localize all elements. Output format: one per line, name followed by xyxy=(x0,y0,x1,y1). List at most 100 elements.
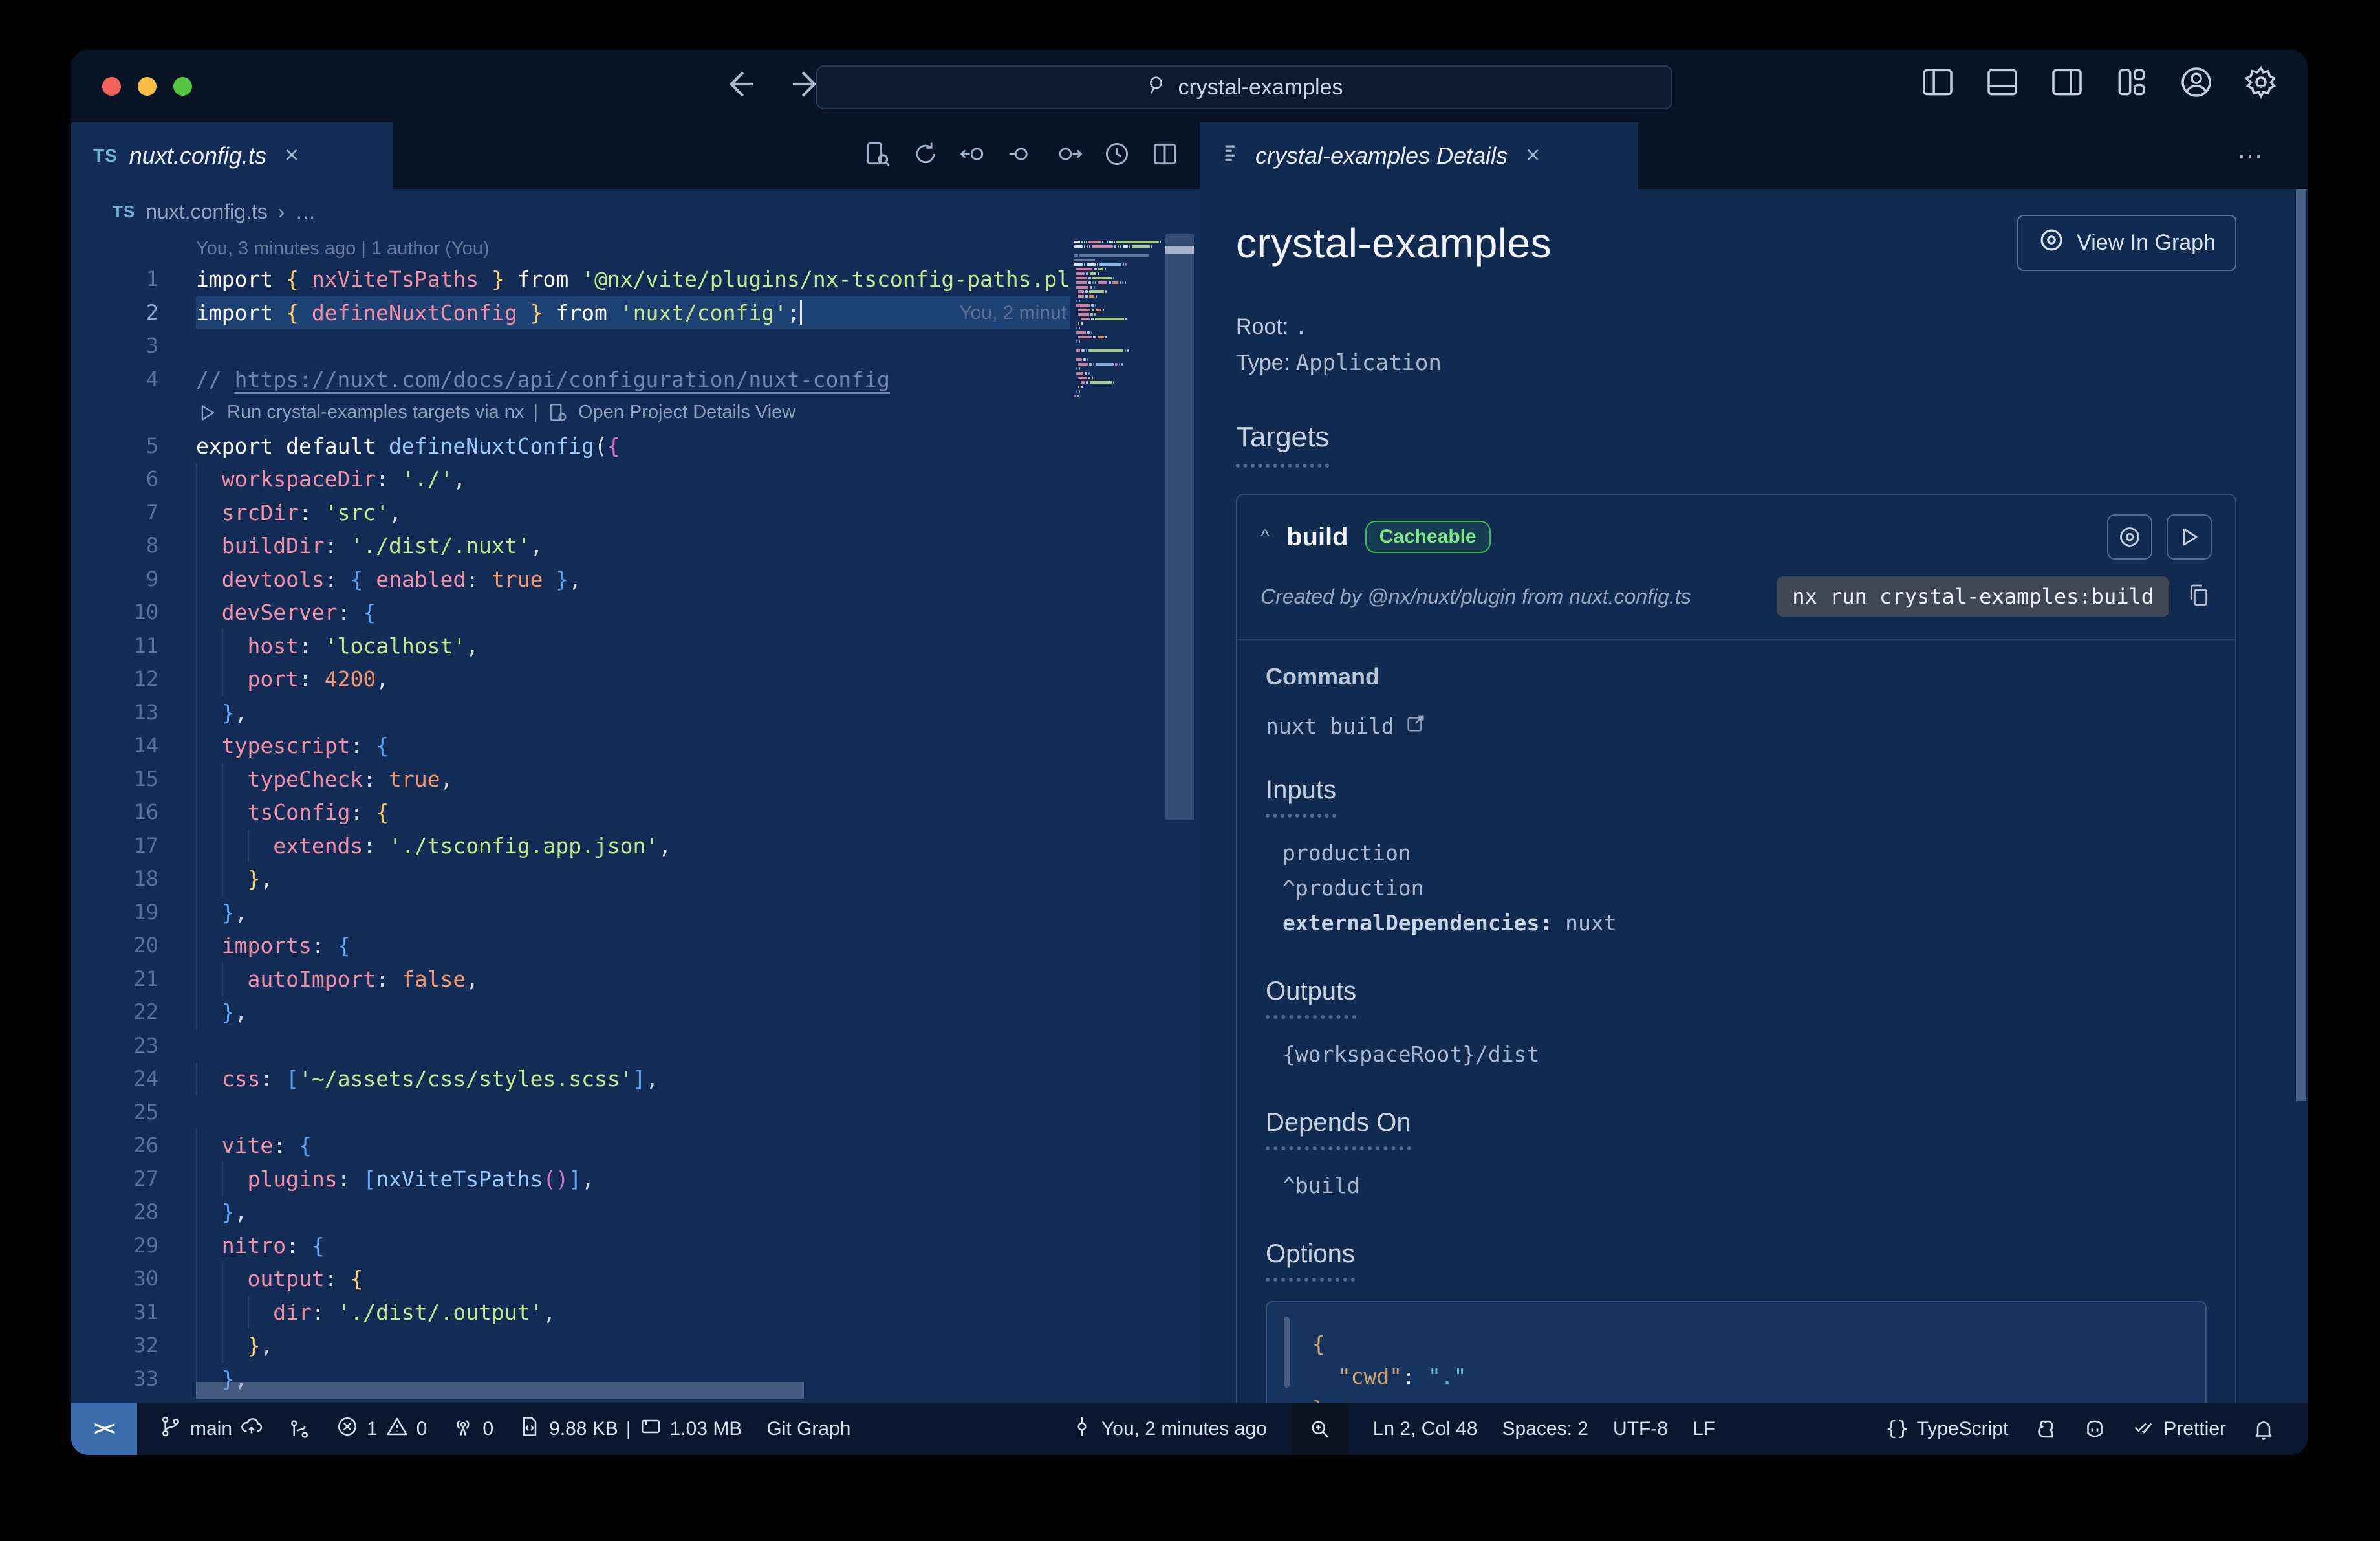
code-line[interactable]: 30 output: { xyxy=(71,1262,1070,1296)
tab-project-details[interactable]: crystal-examples Details × xyxy=(1200,122,1638,189)
previous-change-icon[interactable] xyxy=(959,140,988,171)
code-line[interactable]: 19 }, xyxy=(71,895,1070,929)
minimize-window-button[interactable] xyxy=(138,77,157,96)
minimap[interactable] xyxy=(1070,238,1162,399)
code-line[interactable]: 20 imports: { xyxy=(71,929,1070,963)
code-line[interactable]: 28 }, xyxy=(71,1196,1070,1229)
split-editor-icon[interactable] xyxy=(1151,140,1179,171)
toggle-primary-sidebar-icon[interactable] xyxy=(1920,64,1956,104)
targets-heading: Targets xyxy=(1236,421,1330,468)
git-graph-item[interactable]: Git Graph xyxy=(766,1418,850,1440)
code-line[interactable]: 10 devServer: { xyxy=(71,596,1070,629)
code-line[interactable]: 1 import { nxViteTsPaths } from '@nx/vite… xyxy=(71,263,1070,296)
code-line[interactable]: 4// https://nuxt.com/docs/api/configurat… xyxy=(71,363,1070,397)
code-line[interactable]: 6 workspaceDir: './', xyxy=(71,463,1070,496)
view-target-graph-button[interactable] xyxy=(2107,514,2152,560)
codelens-open-link[interactable]: Open Project Details View xyxy=(578,396,795,430)
breadcrumb-file[interactable]: nuxt.config.ts xyxy=(146,200,268,224)
account-icon[interactable] xyxy=(2178,64,2214,104)
close-tab-icon[interactable]: × xyxy=(1526,142,1540,169)
code-line[interactable]: 16 tsConfig: { xyxy=(71,796,1070,829)
code-line[interactable]: 12 port: 4200, xyxy=(71,662,1070,696)
git-compare-item[interactable] xyxy=(288,1417,311,1441)
editor-horizontal-scrollbar[interactable] xyxy=(196,1382,804,1399)
editor-vertical-scrollbar[interactable] xyxy=(1165,234,1194,820)
command-center-search[interactable]: crystal-examples xyxy=(816,65,1672,109)
code-line[interactable]: 5 export default defineNuxtConfig({ xyxy=(71,430,1070,463)
code-line[interactable]: 21 autoImport: false, xyxy=(71,962,1070,996)
indentation-item[interactable]: Spaces: 2 xyxy=(1502,1418,1588,1440)
refresh-icon[interactable] xyxy=(911,140,940,171)
options-code-box[interactable]: { "cwd": "."} xyxy=(1266,1301,2207,1403)
panel-scrollbar[interactable] xyxy=(2296,189,2306,1101)
codelens-run-link[interactable]: Run crystal-examples targets via nx xyxy=(227,396,524,430)
breadcrumb[interactable]: TS nuxt.config.ts › … xyxy=(71,189,1200,234)
collapse-chevron-icon[interactable]: ^ xyxy=(1260,526,1270,548)
timeline-history-icon[interactable] xyxy=(1103,140,1131,171)
code-line[interactable]: 22 }, xyxy=(71,996,1070,1029)
sync-cloud-icon xyxy=(240,1415,263,1443)
code-line[interactable]: 9 devtools: { enabled: true }, xyxy=(71,562,1070,596)
code-line[interactable]: 7 srcDir: 'src', xyxy=(71,496,1070,529)
prettier-item[interactable]: Prettier xyxy=(2132,1415,2226,1443)
settings-gear-icon[interactable] xyxy=(2243,64,2279,104)
close-tab-icon[interactable]: × xyxy=(285,142,299,169)
eol-item[interactable]: LF xyxy=(1693,1418,1715,1440)
nx-run-command-chip[interactable]: nx run crystal-examples:build xyxy=(1777,576,2169,617)
close-window-button[interactable] xyxy=(102,77,121,96)
zoom-indicator[interactable] xyxy=(1291,1403,1348,1455)
forwarded-ports-item[interactable]: 0 xyxy=(451,1415,493,1443)
memory-icon xyxy=(639,1415,662,1443)
run-target-button[interactable] xyxy=(2167,514,2212,560)
next-change-icon[interactable] xyxy=(1055,140,1083,171)
code-line[interactable]: 13 }, xyxy=(71,695,1070,729)
encoding-item[interactable]: UTF-8 xyxy=(1613,1418,1668,1440)
list-item: externalDependencies: nuxt xyxy=(1282,910,1617,935)
toggle-panel-icon[interactable] xyxy=(1984,64,2020,104)
cursor-position-item[interactable]: Ln 2, Col 48 xyxy=(1373,1418,1478,1440)
code-line[interactable]: 11 host: 'localhost', xyxy=(71,629,1070,662)
current-change-icon[interactable] xyxy=(1007,140,1035,171)
breadcrumb-more[interactable]: … xyxy=(295,200,316,224)
code-line[interactable]: 27 plugins: [nxViteTsPaths()], xyxy=(71,1162,1070,1196)
code-line[interactable]: 17 extends: './tsconfig.app.json', xyxy=(71,829,1070,862)
open-changes-icon[interactable] xyxy=(863,140,892,171)
project-root-row: Root: . xyxy=(1236,314,1308,340)
bell-icon[interactable] xyxy=(2252,1417,2275,1441)
code-line[interactable]: 29 nitro: { xyxy=(71,1229,1070,1262)
language-mode-item[interactable]: {} TypeScript xyxy=(1885,1417,2008,1440)
code-line[interactable]: 24 css: ['~/assets/css/styles.scss'], xyxy=(71,1062,1070,1096)
code-line[interactable]: 32 }, xyxy=(71,1329,1070,1362)
code-line[interactable]: 23 xyxy=(71,1029,1070,1063)
copy-icon[interactable] xyxy=(2186,582,2212,611)
code-line[interactable]: 25 xyxy=(71,1096,1070,1130)
back-icon[interactable] xyxy=(718,64,758,107)
code-line[interactable]: 18 }, xyxy=(71,862,1070,896)
maximize-window-button[interactable] xyxy=(173,77,192,96)
problems-item[interactable]: 1 0 xyxy=(336,1415,427,1443)
squirrel-icon[interactable] xyxy=(2034,1417,2057,1441)
text-cursor xyxy=(799,300,802,325)
git-branch-item[interactable]: main xyxy=(159,1415,263,1443)
code-editor[interactable]: You, 3 minutes ago | 1 author (You) 1 impo… xyxy=(71,234,1200,1403)
copilot-icon[interactable] xyxy=(2083,1417,2106,1441)
codelens-row[interactable]: Run crystal-examples targets via nx | Open… xyxy=(71,396,1070,430)
list-item: {workspaceRoot}/dist xyxy=(1282,1042,1540,1067)
code-line[interactable]: 8 buildDir: './dist/.nuxt', xyxy=(71,529,1070,563)
code-line[interactable]: 15 typeCheck: true, xyxy=(71,762,1070,796)
tab-nuxt-config[interactable]: TS nuxt.config.ts × xyxy=(71,122,393,189)
panel-more-actions-icon[interactable]: ⋯ xyxy=(2237,122,2265,189)
view-in-graph-button[interactable]: View In Graph xyxy=(2017,215,2236,271)
project-type-row: Type: Application xyxy=(1236,350,1442,376)
external-link-icon[interactable] xyxy=(1405,712,1427,739)
code-line[interactable]: 31 dir: './dist/.output', xyxy=(71,1295,1070,1329)
code-line[interactable]: 26 vite: { xyxy=(71,1129,1070,1163)
file-size-item[interactable]: 9.88 KB | 1.03 MB xyxy=(518,1415,742,1443)
code-line[interactable]: 14 typescript: { xyxy=(71,729,1070,763)
toggle-secondary-sidebar-icon[interactable] xyxy=(2049,64,2085,104)
blame-item[interactable]: You, 2 minutes ago xyxy=(1070,1415,1267,1443)
code-line[interactable]: 3 xyxy=(71,329,1070,363)
code-line[interactable]: 2 import { defineNuxtConfig } from 'nuxt/… xyxy=(71,296,1070,329)
customize-layout-icon[interactable] xyxy=(2114,64,2150,104)
remote-indicator[interactable]: >< xyxy=(71,1403,137,1455)
